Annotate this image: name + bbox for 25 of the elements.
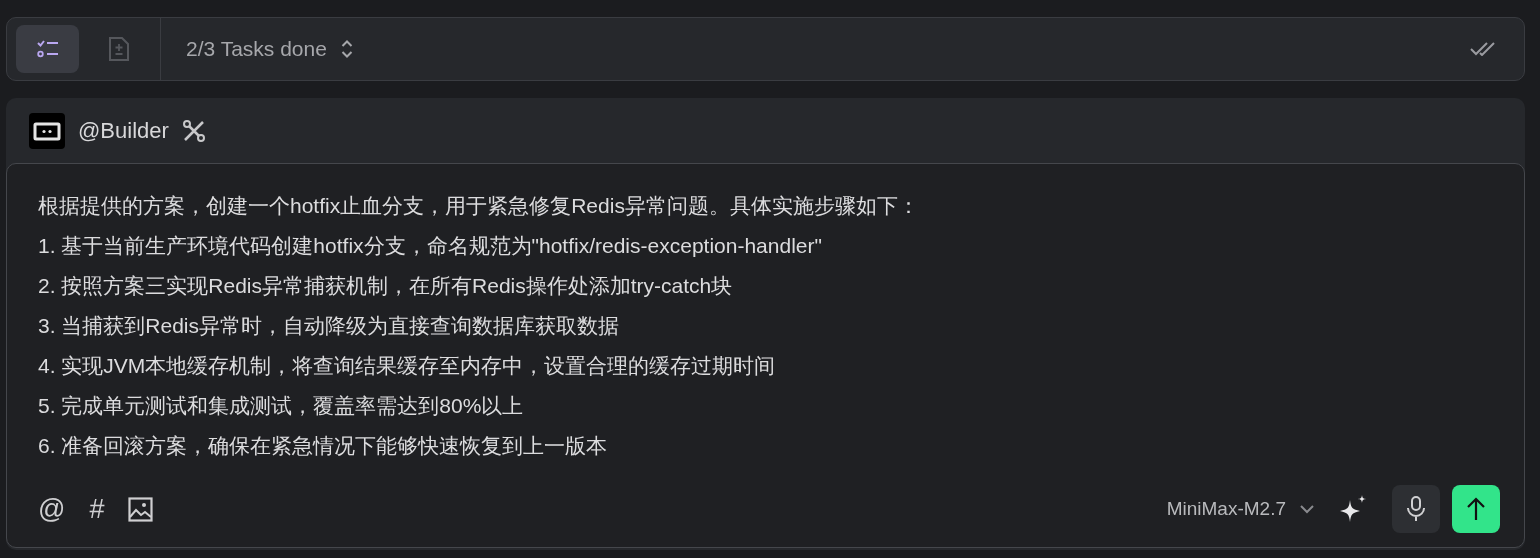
image-icon[interactable]	[128, 496, 154, 522]
microphone-button[interactable]	[1392, 485, 1440, 533]
prompt-line: 4. 实现JVM本地缓存机制，将查询结果缓存至内存中，设置合理的缓存过期时间	[38, 353, 777, 379]
microphone-icon	[1407, 495, 1425, 523]
agent-name: @Builder	[78, 117, 169, 144]
double-check-icon[interactable]	[1470, 42, 1496, 56]
prompt-line: 6. 准备回滚方案，确保在紧急情况下能够快速恢复到上一版本	[38, 433, 609, 459]
chevron-down-icon	[1300, 504, 1314, 514]
prompt-line: 2. 按照方案三实现Redis异常捕获机制，在所有Redis操作处添加try-catch块	[38, 273, 734, 299]
prompt-line: 1. 基于当前生产环境代码创建hotfix分支，命名规范为"hotfix/redis-exception-handler"	[38, 233, 823, 259]
tool-button[interactable]: @	[38, 493, 66, 525]
document-icon	[107, 37, 130, 61]
tools-icon	[181, 118, 206, 143]
task-status-dropdown[interactable]: 2/3 Tasks done	[186, 37, 353, 61]
send-button[interactable]	[1452, 485, 1500, 533]
prompt-line: 3. 当捕获到Redis异常时，自动降级为直接查询数据库获取数据	[38, 313, 621, 339]
prompt-line: 5. 完成单元测试和集成测试，覆盖率需达到80%以上	[38, 393, 525, 419]
tool-button[interactable]: #	[89, 493, 105, 525]
robot-icon	[29, 112, 65, 149]
sort-icon	[340, 39, 353, 59]
tab[interactable]	[16, 25, 79, 73]
checklist-icon	[35, 38, 60, 60]
arrow-up-icon	[1467, 497, 1485, 521]
model-selector[interactable]: MiniMax-M2.7	[1166, 498, 1314, 520]
prompt-line: 根据提供的方案，创建一个hotfix止血分支，用于紧急修复Redis异常问题。具体实施步骤如下：	[38, 193, 920, 219]
